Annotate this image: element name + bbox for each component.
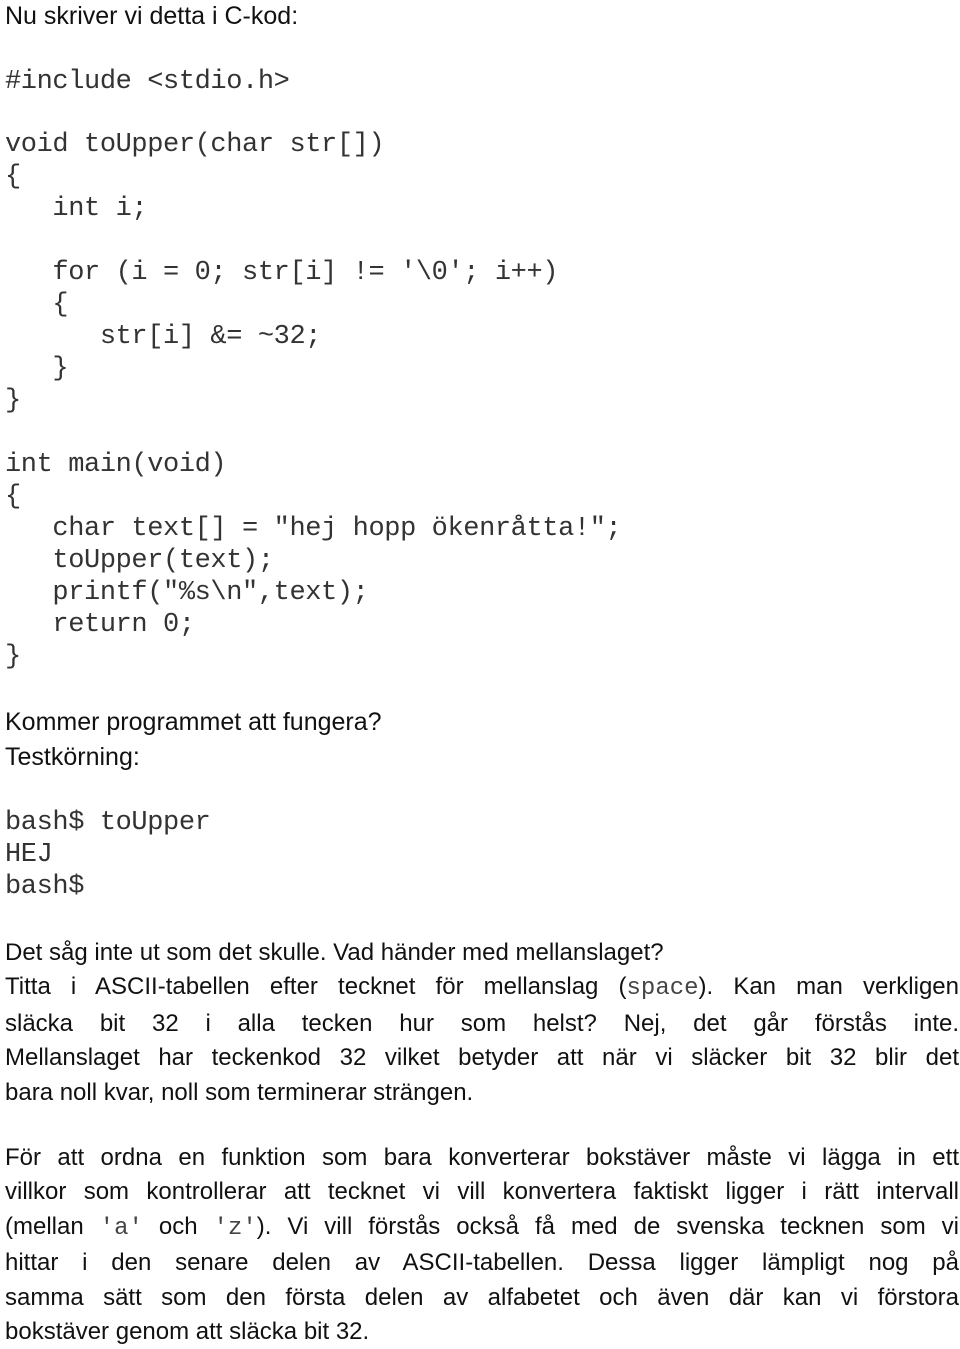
question-text: Kommer programmet att fungera? — [5, 708, 382, 736]
code-line: printf("%s\n",text); — [5, 578, 369, 608]
code-line: char text[] = "hej hopp ökenråtta!"; — [5, 514, 622, 544]
paragraph-line: villkor som kontrollerar att tecknet vi … — [5, 1178, 959, 1206]
code-line: str[i] &= ~32; — [5, 322, 322, 352]
code-line: return 0; — [5, 610, 195, 640]
code-line: for (i = 0; str[i] != '\0'; i++) — [5, 258, 559, 288]
paragraph-line: hittar i den senare delen av ASCII-tabel… — [5, 1249, 959, 1277]
code-line: } — [5, 386, 21, 416]
inline-code-z: 'z' — [213, 1214, 257, 1242]
code-line: } — [5, 642, 21, 672]
code-line: { — [5, 482, 21, 512]
code-line: } — [5, 354, 69, 384]
paragraph-line: Det såg inte ut som det skulle. Vad händ… — [5, 939, 664, 966]
inline-code-a: 'a' — [99, 1214, 143, 1242]
text-fragment: (mellan — [5, 1212, 100, 1240]
paragraph-line: samma sätt som den första delen av alfab… — [5, 1283, 959, 1311]
terminal-line: HEJ — [5, 840, 53, 870]
paragraph-line: Titta i ASCII-tabellen efter tecknet för… — [5, 970, 959, 1006]
text-fragment: Titta i ASCII-tabellen efter tecknet för… — [5, 973, 627, 1001]
code-line: void toUpper(char str[]) — [5, 130, 385, 160]
code-line: int i; — [5, 194, 148, 224]
terminal-line: bash$ toUpper — [5, 808, 211, 838]
terminal-line: bash$ — [5, 872, 85, 902]
code-line: toUpper(text); — [5, 546, 274, 576]
inline-code-space: space — [626, 975, 699, 1003]
paragraph-line: släcka bit 32 i alla tecken hur som hels… — [5, 1009, 959, 1037]
testrun-label: Testkörning: — [5, 743, 140, 771]
explanation-paragraph: Det såg inte ut som det skulle. Vad händ… — [5, 936, 959, 1110]
text-fragment: ). Kan man verkligen — [698, 973, 959, 1001]
code-line: int main(void) — [5, 450, 227, 480]
paragraph-line: bokstäver genom att släcka bit 32. — [5, 1318, 370, 1346]
code-line: { — [5, 290, 69, 320]
function-paragraph: För att ordna en funktion som bara konve… — [5, 1141, 959, 1349]
text-fragment: ). Vi vill förstås också få med de svens… — [256, 1212, 959, 1240]
code-line: #include <stdio.h> — [5, 67, 290, 97]
paragraph-line: För att ordna en funktion som bara konve… — [5, 1144, 959, 1171]
paragraph-line: bara noll kvar, noll som terminerar strä… — [5, 1078, 474, 1106]
paragraph-line: (mellan 'a' och 'z'). Vi vill förstås oc… — [5, 1210, 959, 1246]
intro-text: Nu skriver vi detta i C-kod: — [5, 2, 299, 30]
paragraph-line: Mellanslaget har teckenkod 32 vilket bet… — [5, 1044, 959, 1072]
text-fragment: och — [142, 1212, 214, 1240]
code-line: { — [5, 162, 21, 192]
